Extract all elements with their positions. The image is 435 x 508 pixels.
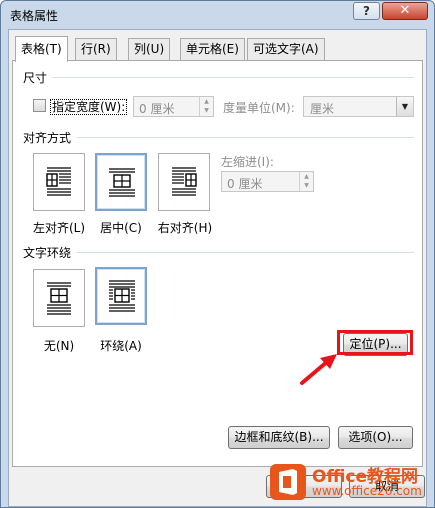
borders-and-shading-button[interactable]: 边框和底纹(B)... xyxy=(228,426,330,449)
preferred-width-spinner[interactable]: 0 厘米 ▲ ▼ xyxy=(133,96,214,117)
wrap-around-option[interactable] xyxy=(95,267,147,325)
align-center-icon xyxy=(109,168,135,197)
positioning-highlight-box xyxy=(337,330,413,355)
preferred-width-label[interactable]: 指定宽度(W): xyxy=(50,98,128,115)
spin-down-icon[interactable]: ▼ xyxy=(300,181,313,190)
office-logo-icon xyxy=(270,464,306,500)
tab-alt-text[interactable]: 可选文字(A) xyxy=(247,38,325,60)
align-left-icon xyxy=(46,167,71,196)
align-center-label: 居中(C) xyxy=(100,221,142,235)
table-tab-panel: 尺寸 指定宽度(W): 0 厘米 ▲ ▼ 度量单位(M): 厘米 ▼ 对齐方式 xyxy=(12,60,423,467)
align-left-label: 左对齐(L) xyxy=(32,221,86,235)
measure-in-value: 厘米 xyxy=(310,102,335,116)
alignment-section-title: 对齐方式 xyxy=(23,131,72,145)
preferred-width-checkbox[interactable] xyxy=(33,99,46,112)
red-arrow-icon xyxy=(300,354,337,385)
indent-value: 0 厘米 xyxy=(227,177,263,191)
wrap-none-icon xyxy=(47,282,71,315)
tab-row[interactable]: 行(R) xyxy=(75,38,117,60)
dropdown-arrow-icon[interactable]: ▼ xyxy=(396,97,413,116)
title-bar: 表格属性 ? ✕ xyxy=(1,1,434,29)
align-left-option[interactable] xyxy=(33,153,85,211)
spin-up-icon[interactable]: ▲ xyxy=(300,172,313,181)
align-right-icon xyxy=(172,167,197,196)
wrapping-divider xyxy=(77,252,414,253)
dialog-title: 表格属性 xyxy=(10,9,59,23)
indent-spinner-arrows[interactable]: ▲ ▼ xyxy=(299,172,313,191)
align-right-label: 右对齐(H) xyxy=(157,221,213,235)
watermark-url: www.office26.com xyxy=(312,484,422,498)
tab-table[interactable]: 表格(T) xyxy=(15,36,68,62)
wrap-around-icon xyxy=(109,280,135,312)
preferred-width-label-text: 指定宽度(W): xyxy=(50,99,128,115)
alignment-divider xyxy=(77,137,414,138)
indent-spinner[interactable]: 0 厘米 ▲ ▼ xyxy=(221,171,314,192)
size-section-title: 尺寸 xyxy=(23,71,48,85)
align-center-option[interactable] xyxy=(95,153,147,211)
indent-label: 左缩进(I): xyxy=(221,155,274,169)
measure-in-label: 度量单位(M): xyxy=(223,101,295,115)
align-right-option[interactable] xyxy=(158,153,210,211)
spin-up-icon[interactable]: ▲ xyxy=(200,97,213,106)
wrapping-section-title: 文字环绕 xyxy=(23,246,72,260)
close-button[interactable]: ✕ xyxy=(382,2,428,20)
measure-in-select[interactable]: 厘米 ▼ xyxy=(303,96,414,117)
help-button[interactable]: ? xyxy=(353,2,380,20)
options-button[interactable]: 选项(O)... xyxy=(338,426,413,449)
wrap-around-label: 环绕(A) xyxy=(100,339,142,353)
tab-cell[interactable]: 单元格(E) xyxy=(180,38,245,60)
tab-column[interactable]: 列(U) xyxy=(128,38,171,60)
size-divider xyxy=(53,77,414,78)
office-watermark: Office教程网 www.office26.com xyxy=(266,460,431,504)
wrap-none-option[interactable] xyxy=(33,269,85,327)
spinner-arrows[interactable]: ▲ ▼ xyxy=(199,97,213,116)
preferred-width-value: 0 厘米 xyxy=(139,102,175,116)
wrap-none-label: 无(N) xyxy=(43,339,75,353)
spin-down-icon[interactable]: ▼ xyxy=(200,106,213,115)
